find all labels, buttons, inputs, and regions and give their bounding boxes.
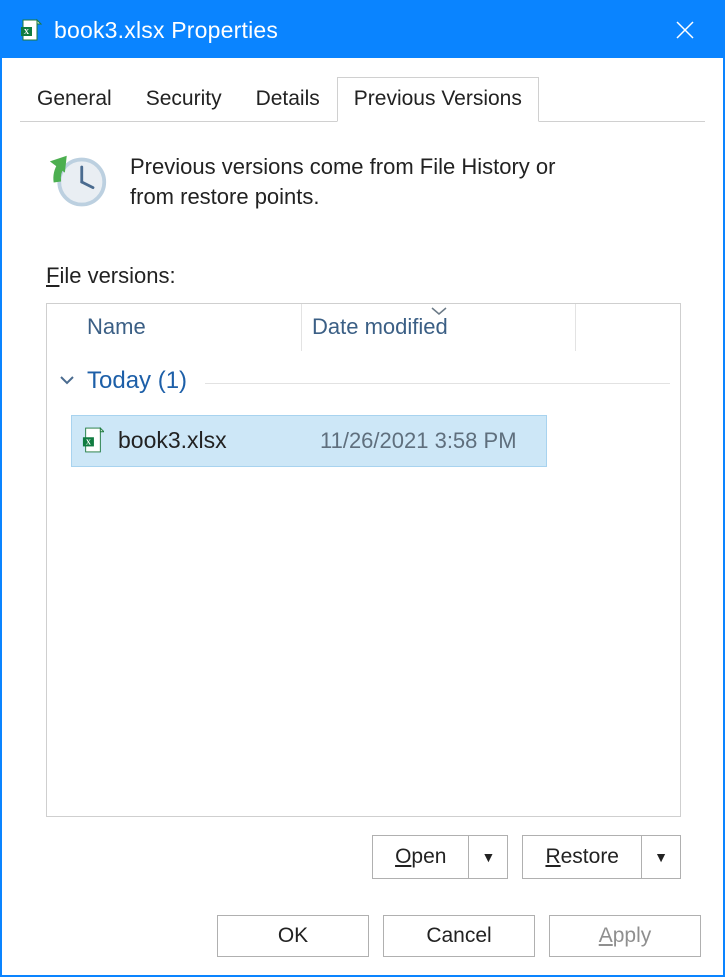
excel-file-icon: X	[82, 427, 106, 455]
versions-listbox[interactable]: Name Date modified Today (1)	[46, 303, 681, 817]
window-title: book3.xlsx Properties	[54, 17, 278, 44]
column-header-extra[interactable]	[576, 304, 680, 351]
ok-button[interactable]: OK	[217, 915, 369, 957]
dialog-buttons: OK Cancel Apply	[2, 915, 723, 975]
chevron-down-icon	[57, 370, 77, 391]
apply-button[interactable]: Apply	[549, 915, 701, 957]
caret-down-icon: ▼	[482, 849, 496, 865]
restore-button[interactable]: Restore	[523, 836, 642, 878]
info-row: Previous versions come from File History…	[20, 122, 705, 213]
column-header-name[interactable]: Name	[47, 304, 301, 351]
open-dropdown-button[interactable]: ▼	[469, 836, 507, 878]
info-text: Previous versions come from File History…	[130, 152, 600, 213]
svg-text:X: X	[86, 437, 92, 446]
window-close-button[interactable]	[655, 2, 715, 58]
tabs: General Security Details Previous Versio…	[20, 76, 705, 122]
version-item-date: 11/26/2021 3:58 PM	[320, 428, 517, 454]
group-divider	[205, 383, 670, 384]
group-label: Today (1)	[87, 367, 187, 395]
tab-previous-versions[interactable]: Previous Versions	[337, 77, 539, 122]
column-headers: Name Date modified	[47, 304, 680, 351]
dialog-content: General Security Details Previous Versio…	[2, 58, 723, 915]
version-item[interactable]: X book3.xlsx 11/26/2021 3:58 PM	[71, 415, 547, 467]
close-icon	[675, 20, 695, 40]
sort-indicator-icon	[431, 302, 447, 318]
svg-text:X: X	[24, 27, 30, 36]
caret-down-icon: ▼	[654, 849, 668, 865]
restore-dropdown-button[interactable]: ▼	[642, 836, 680, 878]
restore-split-button: Restore ▼	[522, 835, 681, 879]
titlebar: X book3.xlsx Properties	[2, 2, 723, 58]
cancel-button[interactable]: Cancel	[383, 915, 535, 957]
open-button[interactable]: Open	[373, 836, 469, 878]
version-item-name: book3.xlsx	[118, 427, 308, 454]
group-row-today[interactable]: Today (1)	[47, 351, 680, 401]
file-versions-label: File versions:	[46, 263, 705, 289]
tab-details[interactable]: Details	[239, 77, 337, 122]
history-icon	[48, 152, 108, 212]
excel-file-icon: X	[18, 17, 44, 43]
column-header-date[interactable]: Date modified	[301, 304, 576, 351]
tab-security[interactable]: Security	[129, 77, 239, 122]
action-row: Open ▼ Restore ▼	[20, 835, 681, 879]
open-split-button: Open ▼	[372, 835, 508, 879]
tab-general[interactable]: General	[20, 77, 129, 122]
